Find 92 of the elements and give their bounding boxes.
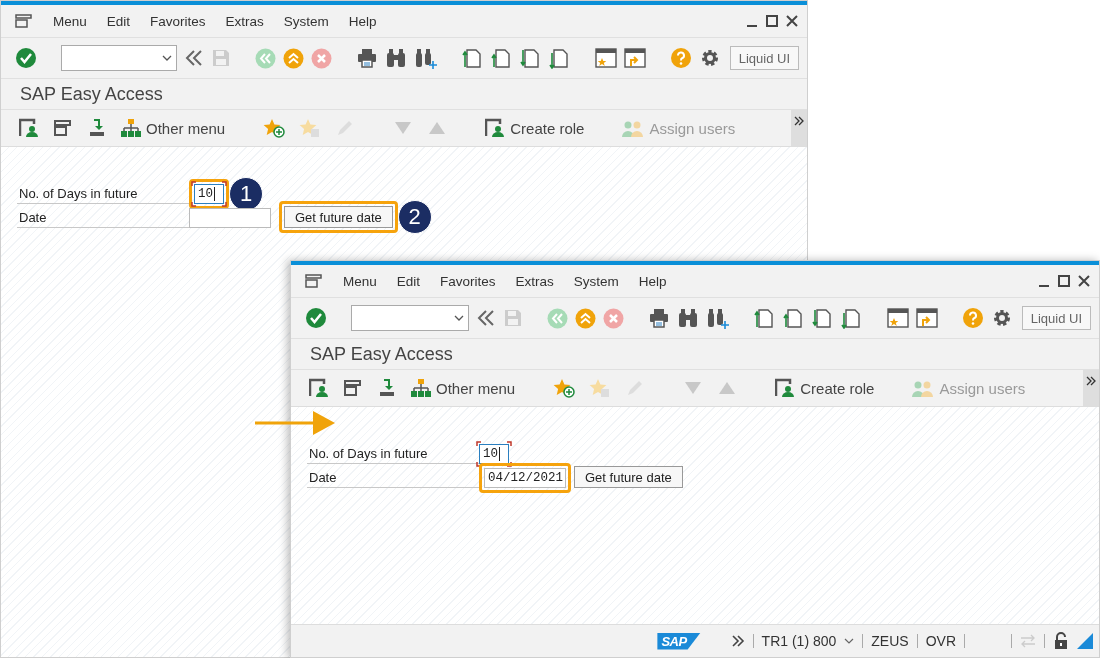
caret-icon [161, 55, 172, 61]
get-future-date-button[interactable]: Get future date [284, 206, 393, 228]
next-page-icon[interactable] [811, 307, 834, 329]
resize-grip-icon[interactable] [1077, 633, 1093, 649]
menu-item[interactable]: Help [348, 13, 377, 29]
maximize-icon[interactable] [765, 14, 779, 28]
previous-page-icon[interactable] [490, 47, 513, 69]
first-page-icon[interactable] [753, 307, 776, 329]
print-icon[interactable] [355, 47, 378, 69]
shortcut-icon[interactable] [915, 307, 938, 329]
new-window-icon[interactable] [886, 307, 909, 329]
find-next-icon[interactable] [705, 307, 730, 329]
last-page-icon[interactable] [840, 307, 863, 329]
liquid-ui-button[interactable]: Liquid UI [729, 46, 799, 70]
command-field[interactable] [351, 305, 469, 331]
double-chevron-icon[interactable] [730, 634, 745, 648]
menu-icon[interactable] [15, 14, 33, 28]
sap-logo: SAP [657, 632, 701, 650]
user-role-icon [485, 118, 506, 138]
menu-item[interactable]: Menu [53, 13, 87, 29]
user-role-icon[interactable] [19, 118, 39, 138]
last-page-icon[interactable] [548, 47, 571, 69]
menu-item[interactable]: Extras [225, 13, 264, 29]
input-mode: OVR [925, 633, 956, 649]
user-role-icon [775, 378, 796, 398]
star-delete-icon[interactable] [589, 378, 612, 398]
menu-item[interactable]: Edit [396, 273, 421, 289]
server-name: ZEUS [871, 633, 909, 649]
menu-item[interactable]: System [283, 13, 329, 29]
toolbar-button[interactable]: Other menu [411, 378, 516, 398]
field-label: No. of Days in future [307, 446, 479, 464]
step-marker: 1 [229, 177, 263, 211]
check-icon[interactable] [305, 307, 327, 329]
step-marker: 2 [397, 200, 432, 234]
menu-item[interactable]: Favorites [150, 13, 206, 29]
toolbar-button[interactable]: Create role [485, 118, 585, 138]
menu-list-icon[interactable] [343, 378, 363, 398]
shortcut-icon[interactable] [623, 47, 646, 69]
find-next-icon[interactable] [413, 47, 438, 69]
star-add-icon[interactable] [553, 378, 576, 398]
field-label: Date [307, 470, 479, 488]
menu-list-icon[interactable] [53, 118, 73, 138]
previous-page-icon[interactable] [782, 307, 805, 329]
menu-item[interactable]: Extras [515, 273, 554, 289]
more-button[interactable] [791, 110, 807, 146]
get-future-date-button[interactable]: Get future date [574, 466, 683, 488]
next-page-icon[interactable] [519, 47, 542, 69]
more-button[interactable] [1083, 370, 1099, 406]
liquid-ui-button[interactable]: Liquid UI [1021, 306, 1091, 330]
menu-item[interactable]: System [573, 273, 619, 289]
double-chevron-icon[interactable] [475, 308, 496, 328]
find-icon[interactable] [676, 307, 699, 329]
toolbar-button[interactable]: Other menu [121, 118, 226, 138]
input-field[interactable]: 10 [479, 444, 509, 464]
first-page-icon[interactable] [461, 47, 484, 69]
hierarchy-icon [121, 118, 141, 138]
unlock-icon[interactable] [1053, 632, 1069, 650]
print-icon[interactable] [647, 307, 670, 329]
input-field[interactable]: 04/12/2021 [484, 468, 566, 488]
new-window-icon[interactable] [594, 47, 617, 69]
double-chevron-icon [794, 116, 804, 126]
system-dropdown[interactable]: TR1 (1) 800 [761, 633, 855, 649]
menu-item[interactable]: Edit [106, 13, 131, 29]
star-delete-icon[interactable] [299, 118, 322, 138]
input-field[interactable] [189, 208, 271, 228]
user-role-icon[interactable] [309, 378, 329, 398]
screen-title: SAP Easy Access [291, 339, 1099, 370]
command-field[interactable] [61, 45, 177, 71]
field-label: No. of Days in future [17, 186, 189, 204]
download-tray-icon[interactable] [377, 378, 397, 398]
double-chevron-icon [1086, 376, 1096, 386]
caret-icon [844, 638, 855, 644]
double-chevron-icon[interactable] [183, 48, 204, 68]
check-icon[interactable] [15, 47, 37, 69]
menu-item[interactable]: Favorites [440, 273, 496, 289]
menu-item[interactable]: Menu [343, 273, 377, 289]
maximize-icon[interactable] [1057, 274, 1071, 288]
close-icon[interactable] [1077, 274, 1091, 288]
star-add-icon[interactable] [263, 118, 286, 138]
input-field[interactable]: 10 [194, 184, 224, 204]
text-cursor [214, 187, 215, 201]
text-cursor [499, 447, 500, 461]
download-tray-icon[interactable] [87, 118, 107, 138]
caret-icon [453, 315, 464, 321]
hierarchy-icon [411, 378, 431, 398]
close-icon[interactable] [785, 14, 799, 28]
field-label: Date [17, 210, 189, 228]
menu-icon[interactable] [305, 274, 323, 288]
screen-title: SAP Easy Access [1, 79, 807, 110]
find-icon[interactable] [384, 47, 407, 69]
toolbar-button[interactable]: Create role [775, 378, 875, 398]
menu-item[interactable]: Help [638, 273, 667, 289]
